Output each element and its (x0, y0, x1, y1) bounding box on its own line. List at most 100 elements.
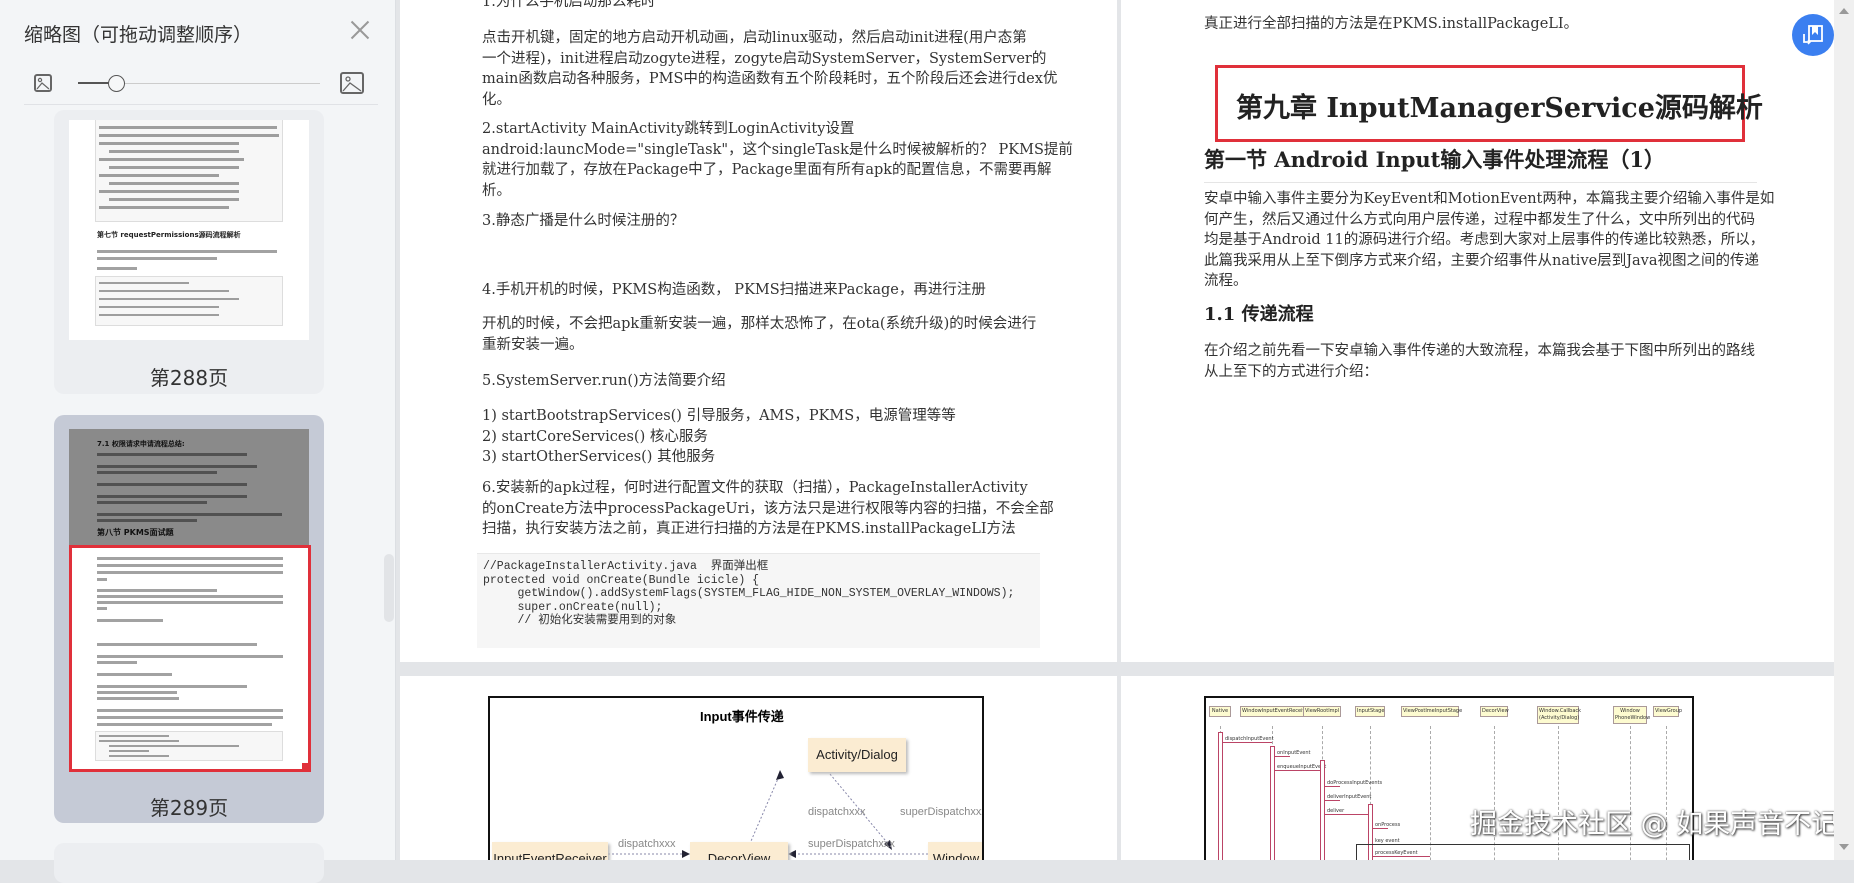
message-label: dispatchInputEvent (1225, 736, 1274, 742)
text-line: super.onCreate(null); (483, 600, 663, 614)
activation-bar (1320, 760, 1325, 860)
message-label: deliverInputEvent (1327, 794, 1372, 800)
activation-bar (1270, 746, 1275, 860)
thumbnail-page-289[interactable]: 7.1 权限请求申请流程总结: 第八节 PKMS面试题 第289页 (54, 415, 324, 823)
participant: InputStage (1355, 706, 1385, 717)
bookmark-icon (1803, 25, 1823, 45)
page-label: 第288页 (149, 366, 229, 390)
lifeline (1430, 726, 1431, 860)
message-arrow (1373, 828, 1388, 829)
text-line: 重新安装一遍。 (482, 336, 584, 353)
text-line: 在介绍之前先看一下安卓输入事件传递的大致流程，本篇我会基于下图中所列出的路线 (1204, 343, 1755, 359)
document-page-left: 1.为什么手机启动那么耗时 点击开机键，固定的地方启动开机动画，启动linux驱… (400, 0, 1117, 662)
scroll-down-icon[interactable] (1839, 844, 1849, 850)
code-block: //PackageInstallerActivity.java 界面弹出框 pro… (477, 553, 1040, 648)
message-label: onInputEvent (1277, 750, 1311, 756)
text-line: 流程。 (1204, 273, 1248, 289)
text-line: //PackageInstallerActivity.java 界面弹出框 (483, 560, 769, 573)
text-line: 5.SystemServer.run()方法简要介绍 (482, 373, 726, 389)
text-line: 4.手机开机的时候，PKMS构造函数， PKMS扫描进来Package，再进行注… (482, 282, 986, 298)
message-arrow (1325, 786, 1340, 787)
small-image-icon[interactable] (34, 74, 52, 92)
participant: ViewRootImpl (1303, 706, 1341, 717)
close-icon[interactable] (348, 18, 372, 42)
section-title: 第一节 Android Input输入事件处理流程（1） (1204, 147, 1665, 172)
loop-frame (1356, 844, 1690, 860)
thumbnail-heading: 第七节 requestPermissions源码流程解析 (97, 231, 241, 239)
text-line: 1.为什么手机启动那么耗时 (482, 0, 656, 10)
text-line: // 初始化安装需要用到的对象 (483, 614, 677, 627)
message-label: deliver (1327, 808, 1345, 814)
text-line: 何产生，然后又通过什么方式向用户层传递，过程中都发生了什么，文中所列出的代码 (1204, 211, 1755, 228)
message-label: onProcess (1375, 822, 1401, 828)
message-label: doProcessInputEvents (1327, 780, 1383, 786)
edge-label: dispatchxxx (808, 806, 866, 818)
node-window: Window (928, 842, 982, 860)
message-label: enqueueInputEvent (1277, 764, 1327, 770)
text-line: 扫描，执行安装方法之前，真正进行扫描的方法是在PKMS.installPacka… (482, 521, 1016, 537)
message-arrow (1275, 756, 1290, 757)
paragraph: 5.SystemServer.run()方法简要介绍 (482, 371, 726, 392)
paragraph: 安卓中输入事件主要分为KeyEvent和MotionEvent两种，本篇我主要介… (1204, 189, 1774, 292)
diagram-arrows (608, 770, 928, 858)
paragraph: 真正进行全部扫描的方法是在PKMS.installPackageLI。 (1204, 16, 1579, 32)
highlight-box: 第九章 InputManagerService源码解析 (1215, 65, 1763, 142)
paragraph: 开机的时候，不会把apk重新安装一遍，那样太恐怖了，在ota(系统升级)的时候会… (482, 314, 1036, 355)
text-line: 的onCreate方法中processPackageUri，该方法只是进行权限等… (482, 500, 1054, 517)
sidebar-scrollbar[interactable] (384, 554, 394, 622)
node-input-event-receiver: InputEventReceiver (492, 842, 608, 860)
chapter-title: 第九章 InputManagerService源码解析 (1236, 93, 1763, 124)
participant: ViewPostImeInputStage (1401, 706, 1462, 717)
message-arrow (1325, 800, 1340, 801)
text-line: 2) startCoreServices() 核心服务 (482, 428, 708, 445)
paragraph: 6.安装新的apk过程，何时进行配置文件的获取（扫描），PackageInsta… (482, 478, 1054, 540)
paragraph: 1.为什么手机启动那么耗时 (482, 0, 655, 13)
text-line: 开机的时候，不会把apk重新安装一遍，那样太恐怖了，在ota(系统升级)的时候会… (482, 316, 1037, 332)
divider (24, 104, 378, 105)
participant: WindowInputEventReceiver (1240, 706, 1311, 717)
node-activity-dialog: Activity/Dialog (808, 738, 906, 772)
text-line: 3) startOtherServices() 其他服务 (482, 449, 716, 465)
text-line: 均是基于Android 11的源码进行介绍。考虑到大家对上层事件的传递比较熟悉，… (1204, 232, 1765, 248)
thumbnail-page-288[interactable]: 第七节 requestPermissions源码流程解析 第288页 (54, 110, 324, 394)
participant: Window PhoneWindow (1613, 706, 1650, 724)
message-arrow (1325, 814, 1370, 815)
text-line: 1) startBootstrapServices() 引导服务，AMS，PKM… (482, 408, 956, 424)
activation-bar (1218, 732, 1223, 860)
text-line: getWindow().addSystemFlags(SYSTEM_FLAG_H… (483, 587, 1015, 600)
document-page-left-next: Input事件传递 Activity/Dialog dispatchxxx su… (400, 676, 1117, 860)
service-list: 1) startBootstrapServices() 引导服务，AMS，PKM… (482, 406, 956, 468)
text-line: 就进行加载了，存放在Package中了，Package里面有所有apk的配置信息… (482, 162, 1052, 178)
viewport-resize-handle[interactable] (302, 763, 311, 772)
page-label: 第289页 (149, 796, 229, 820)
text-line: 安卓中输入事件主要分为KeyEvent和MotionEvent两种，本篇我主要介… (1204, 191, 1775, 207)
zoom-slider-handle[interactable] (108, 75, 125, 92)
text-line: 析。 (482, 182, 511, 199)
participant: Native (1209, 706, 1231, 717)
participant: DecorView (1480, 706, 1509, 717)
text-line: 一个进程)，init进程启动zogyte进程，zogyte启动SystemSer… (482, 50, 1047, 67)
thumbnail-image: 第七节 requestPermissions源码流程解析 (69, 120, 309, 340)
text-line: 此篇我采用从上至下倒序方式来介绍，主要介绍事件从native层到Java视图之间… (1204, 252, 1760, 269)
thumbnail-heading: 第八节 PKMS面试题 (97, 528, 174, 537)
participant: ViewGroup (1653, 706, 1682, 717)
text-line: main函数启动各种服务，PMS中的构造函数有五个阶段耗时，五个阶段后还会进行d… (482, 71, 1058, 87)
text-line: 3.静态广播是什么时候注册的？ (482, 213, 685, 229)
text-line: android:launcMode="singleTask"，这个singleT… (482, 141, 1073, 158)
edge-label: dispatchxxx (618, 838, 676, 850)
message-arrow (1223, 742, 1272, 743)
sidebar-title: 缩略图（可拖动调整顺序） (24, 24, 253, 46)
edge-label: superDispatchxxx (900, 806, 984, 818)
bookmark-float-button[interactable] (1792, 14, 1834, 56)
text-line: 点击开机键，固定的地方启动开机动画，启动linux驱动，然后启动init进程(用… (482, 30, 1027, 46)
main-scrollbar[interactable] (1834, 0, 1854, 860)
current-viewport-frame[interactable] (69, 545, 311, 772)
paragraph: 点击开机键，固定的地方启动开机动画，启动linux驱动，然后启动init进程(用… (482, 28, 1057, 110)
thumbnail-page-290[interactable] (54, 843, 324, 883)
subsection-title: 1.1 传递流程 (1204, 304, 1314, 325)
paragraph: 2.startActivity MainActivity跳转到LoginActi… (482, 119, 1073, 201)
message-arrow (1275, 770, 1322, 771)
thumbnail-heading-top: 7.1 权限请求申请流程总结: (97, 440, 185, 448)
scroll-up-icon[interactable] (1839, 8, 1849, 14)
large-image-icon[interactable] (340, 72, 364, 94)
